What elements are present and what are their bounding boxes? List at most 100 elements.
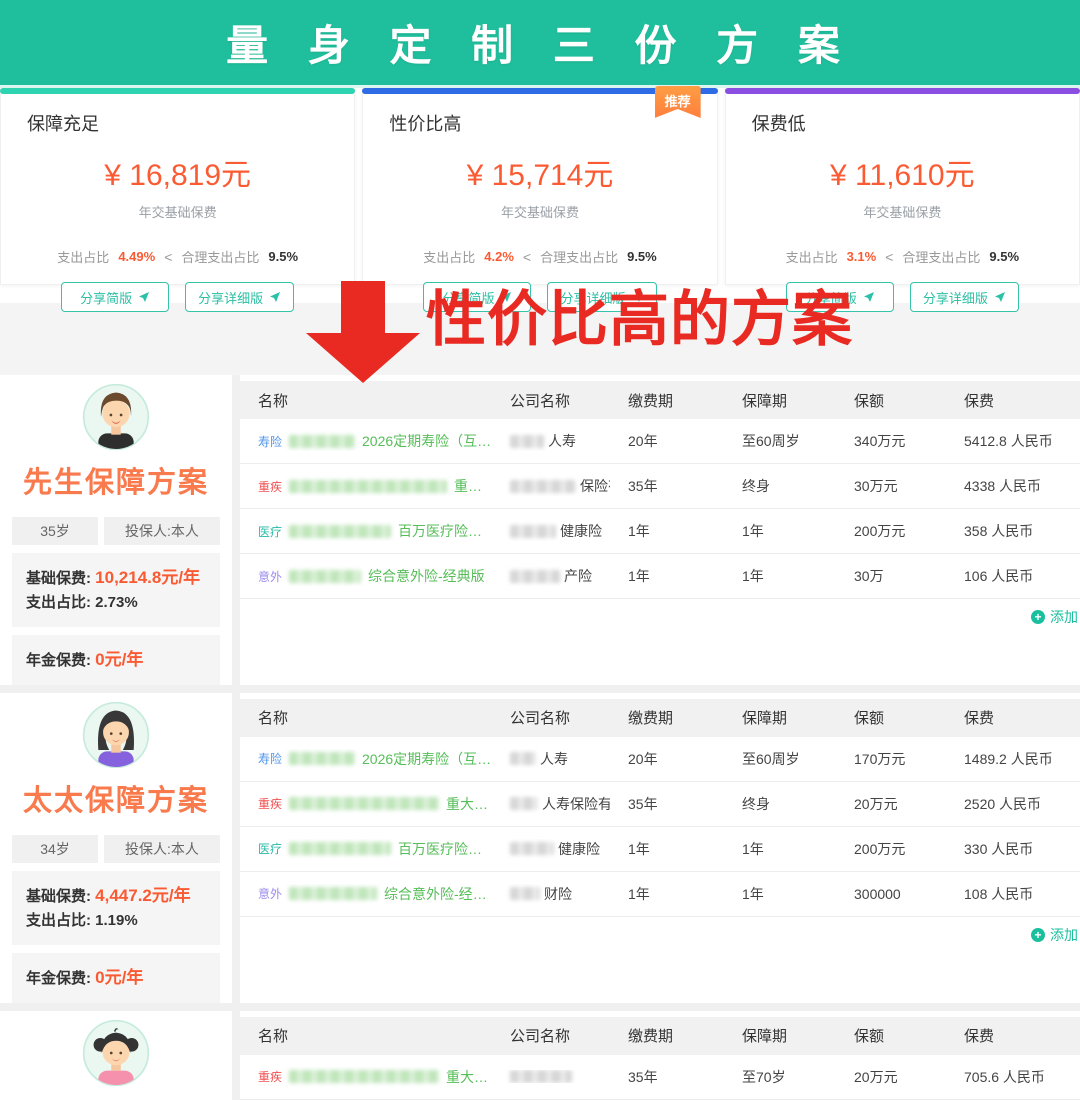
policyholder-pill: 投保人:本人 — [104, 835, 220, 863]
redacted-text — [289, 842, 391, 855]
reasonable-label: 合理支出占比 — [540, 247, 618, 266]
plan-cards-row: 保障充足 ¥ 16,819元 年交基础保费 支出占比 4.49% < 合理支出占… — [0, 88, 1080, 285]
annuity-value: 0元/年 — [95, 650, 143, 669]
plan-card-cost-effective: 推荐 性价比高 ¥ 15,714元 年交基础保费 支出占比 4.2% < 合理支… — [362, 88, 717, 285]
spend-ratio-value: 1.19% — [95, 912, 138, 929]
plus-icon: + — [1031, 928, 1045, 942]
table-header: 名称 公司名称 缴费期 保障期 保额 保费 — [240, 1017, 1080, 1055]
add-policy-link[interactable]: + 添加 — [1031, 607, 1078, 627]
pay-period: 35年 — [610, 476, 724, 496]
card-price: ¥ 16,819元 — [1, 150, 354, 194]
premium-info-box: 基础保费: 10,214.8元/年 支出占比: 2.73% — [12, 553, 220, 627]
redacted-text — [510, 842, 554, 855]
premium: 1489.2 人民币 — [946, 749, 1080, 769]
redacted-text — [510, 435, 544, 448]
reasonable-value: 9.5% — [627, 249, 657, 264]
card-ratio-line: 支出占比 3.1% < 合理支出占比 9.5% — [726, 247, 1079, 266]
share-simple-label: 分享简版 — [80, 288, 132, 307]
add-policy-link[interactable]: + 添加 — [1031, 925, 1078, 945]
pay-period: 20年 — [610, 431, 724, 451]
man-avatar — [82, 383, 150, 451]
table-row: 重疾重大疾病保险-... 35年 至70岁 20万元 705.6 人民币 — [240, 1055, 1080, 1100]
share-detailed-button[interactable]: 分享详细版 — [910, 282, 1019, 312]
col-pay-period: 缴费期 — [610, 1025, 724, 1046]
product-type-badge: 重疾 — [258, 795, 282, 812]
spend-label: 支出占比 — [423, 247, 475, 266]
col-coverage-period: 保障期 — [724, 390, 836, 411]
product-name-link[interactable]: 百万医疗险（20年期... — [398, 521, 492, 541]
premium: 705.6 人民币 — [946, 1067, 1080, 1087]
spend-ratio-label: 支出占比: — [26, 912, 91, 929]
product-name-link[interactable]: 百万医疗险（20年期... — [398, 839, 492, 859]
share-simple-button[interactable]: 分享简版 — [61, 282, 169, 312]
annuity-info-box: 年金保费: 0元/年 — [12, 635, 220, 685]
company-name: 人寿 — [548, 431, 576, 451]
product-name-link[interactable]: 2026定期寿险（互联网专... — [362, 749, 492, 769]
spend-value: 4.2% — [484, 249, 514, 264]
product-type-badge: 寿险 — [258, 750, 282, 767]
company-name: 健康险 — [560, 521, 602, 541]
product-name-link[interactable]: 重大疾病保险 — [446, 794, 492, 814]
coverage-amount: 30万元 — [836, 476, 946, 496]
product-name-link[interactable]: 重大疾病保险 — [454, 476, 492, 496]
pay-period: 1年 — [610, 566, 724, 586]
spend-value: 4.49% — [118, 249, 155, 264]
reasonable-value: 9.5% — [268, 249, 298, 264]
annuity-value: 0元/年 — [95, 968, 143, 987]
less-than-sign: < — [523, 249, 531, 265]
col-premium: 保费 — [946, 390, 1080, 411]
spend-value: 3.1% — [847, 249, 877, 264]
col-coverage-period: 保障期 — [724, 1025, 836, 1046]
person-name: 先生保障方案 — [0, 459, 232, 501]
product-name-link[interactable]: 综合意外险-经典版 — [368, 566, 485, 586]
age-pill: 35岁 — [12, 517, 98, 545]
product-type-badge: 重疾 — [258, 478, 282, 495]
product-name-link[interactable]: 重大疾病保险-... — [446, 1067, 492, 1087]
page-banner: 量 身 定 制 三 份 方 案 — [0, 0, 1080, 88]
coverage-period: 终身 — [724, 476, 836, 496]
annuity-label: 年金保费: — [26, 970, 91, 987]
product-type-badge: 医疗 — [258, 840, 282, 857]
card-ratio-line: 支出占比 4.49% < 合理支出占比 9.5% — [1, 247, 354, 266]
card-ratio-line: 支出占比 4.2% < 合理支出占比 9.5% — [363, 247, 716, 266]
card-title: 保费低 — [726, 94, 1079, 136]
premium: 330 人民币 — [946, 839, 1080, 859]
company-name: 保险有限... — [580, 476, 610, 496]
card-price-caption: 年交基础保费 — [363, 202, 716, 221]
premium-info-box: 基础保费: 4,447.2元/年 支出占比: 1.19% — [12, 871, 220, 945]
paper-plane-icon — [138, 291, 150, 303]
plan-card-adequate: 保障充足 ¥ 16,819元 年交基础保费 支出占比 4.49% < 合理支出占… — [0, 88, 355, 285]
coverage-amount: 200万元 — [836, 839, 946, 859]
pay-period: 1年 — [610, 521, 724, 541]
reasonable-value: 9.5% — [989, 249, 1019, 264]
share-detailed-button[interactable]: 分享详细版 — [185, 282, 294, 312]
premium: 5412.8 人民币 — [946, 431, 1080, 451]
col-coverage-amount: 保额 — [836, 1025, 946, 1046]
paper-plane-icon — [863, 291, 875, 303]
product-name-link[interactable]: 2026定期寿险（互联网专... — [362, 431, 492, 451]
spend-label: 支出占比 — [57, 247, 109, 266]
product-name-link[interactable]: 综合意外险-经典版 — [384, 884, 492, 904]
col-premium: 保费 — [946, 1025, 1080, 1046]
section-daughter: 女儿保障方案 名称 公司名称 缴费期 保障期 保额 保费 重疾重大疾病保险-..… — [0, 1011, 1080, 1100]
plan-detail-area: 先生保障方案 35岁 投保人:本人 基础保费: 10,214.8元/年 支出占比… — [0, 375, 1080, 1100]
col-coverage-period: 保障期 — [724, 707, 836, 728]
spend-ratio-value: 2.73% — [95, 594, 138, 611]
redacted-text — [289, 887, 377, 900]
pay-period: 20年 — [610, 749, 724, 769]
insurance-plan-page: 量 身 定 制 三 份 方 案 保障充足 ¥ 16,819元 年交基础保费 支出… — [0, 0, 1080, 1100]
share-detailed-label: 分享详细版 — [198, 288, 263, 307]
card-price: ¥ 11,610元 — [726, 150, 1079, 194]
spend-label: 支出占比 — [786, 247, 838, 266]
redacted-text — [510, 887, 540, 900]
table-row: 医疗百万医疗险（20年期... 健康险 1年 1年 200万元 330 人民币 — [240, 827, 1080, 872]
paper-plane-icon — [269, 291, 281, 303]
table-row: 意外综合意外险-经典版 产险 1年 1年 30万 106 人民币 — [240, 554, 1080, 599]
col-coverage-amount: 保额 — [836, 390, 946, 411]
coverage-amount: 30万 — [836, 566, 946, 586]
coverage-amount: 170万元 — [836, 749, 946, 769]
col-company: 公司名称 — [492, 390, 610, 411]
reasonable-label: 合理支出占比 — [181, 247, 259, 266]
table-row: 寿险2026定期寿险（互联网专... 人寿 20年 至60周岁 340万元 54… — [240, 419, 1080, 464]
company-name: 人寿保险有限... — [542, 794, 610, 814]
